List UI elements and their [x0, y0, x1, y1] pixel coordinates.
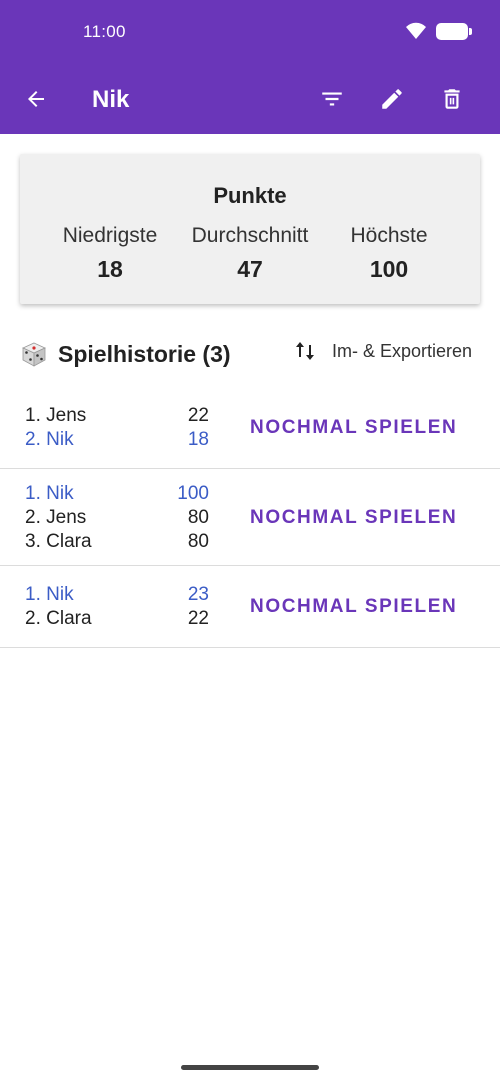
import-export-button[interactable]: Im- & Exportieren [294, 339, 472, 363]
player-entry: 2. Nik 18 [25, 429, 215, 453]
player-score: 18 [187, 429, 209, 450]
stat-average: Durchschnitt 47 [170, 224, 330, 283]
player-entry: 3. Clara 80 [25, 531, 215, 555]
game-row: 1. Nik 100 2. Jens 80 3. Clara 80 NOCHMA… [0, 469, 500, 566]
play-again-button[interactable]: NOCHMAL SPIELEN [250, 417, 457, 439]
player-entry: 1. Nik 100 [25, 483, 215, 507]
player-rank-name: 2. Jens [25, 507, 87, 528]
wifi-icon [406, 22, 426, 39]
player-score: 80 [187, 507, 209, 528]
stat-highest-value: 100 [369, 256, 409, 282]
home-indicator[interactable] [181, 1065, 319, 1070]
player-entry: 2. Clara 22 [25, 608, 215, 632]
stat-highest: Höchste 100 [309, 224, 469, 283]
points-card: Punkte Niedrigste 18 Durchschnitt 47 Höc… [20, 154, 480, 304]
player-score: 80 [187, 531, 209, 552]
player-entry: 1. Nik 23 [25, 584, 215, 608]
stat-lowest-value: 18 [97, 256, 123, 282]
stat-highest-label: Höchste [350, 224, 428, 247]
back-button[interactable] [22, 85, 50, 113]
battery-icon [436, 22, 472, 40]
play-again-button[interactable]: NOCHMAL SPIELEN [250, 596, 457, 618]
stat-average-value: 47 [237, 256, 263, 282]
dice-icon [22, 342, 46, 367]
status-time: 11:00 [83, 22, 126, 41]
player-rank-name: 2. Nik [25, 429, 74, 450]
player-rank-name: 2. Clara [25, 608, 92, 629]
toolbar-actions [302, 84, 482, 114]
play-again-button[interactable]: NOCHMAL SPIELEN [250, 507, 457, 529]
player-score: 22 [187, 405, 209, 426]
game-row: 1. Jens 22 2. Nik 18 NOCHMAL SPIELEN [0, 388, 500, 469]
player-rank-name: 1. Jens [25, 405, 87, 426]
app-bar: 11:00 Nik [0, 0, 500, 134]
delete-button[interactable] [422, 84, 482, 114]
arrow-back-icon [28, 91, 44, 107]
edit-button[interactable] [362, 84, 422, 114]
delete-icon [444, 89, 460, 109]
filter-icon [322, 92, 342, 106]
swap-vert-icon [295, 342, 314, 360]
player-entry: 2. Jens 80 [25, 507, 215, 531]
import-export-label: Im- & Exportieren [331, 340, 472, 361]
game-row: 1. Nik 23 2. Clara 22 NOCHMAL SPIELEN [0, 566, 500, 648]
page-title: Nik [92, 86, 130, 113]
edit-icon [382, 89, 402, 109]
status-icons [404, 22, 472, 40]
player-rank-name: 3. Clara [25, 531, 92, 552]
player-entry: 1. Jens 22 [25, 405, 215, 429]
stat-lowest-label: Niedrigste [62, 224, 158, 247]
player-score: 100 [177, 483, 209, 504]
player-rank-name: 1. Nik [25, 584, 74, 605]
player-rank-name: 1. Nik [25, 483, 74, 504]
player-score: 23 [187, 584, 209, 605]
history-header: Spielhistorie (3) Im- & Exportieren [20, 336, 480, 372]
points-title: Punkte [213, 183, 287, 208]
stat-average-label: Durchschnitt [191, 224, 309, 247]
player-score: 22 [187, 608, 209, 629]
filter-button[interactable] [302, 84, 362, 114]
history-title: Spielhistorie (3) [58, 340, 231, 367]
stat-lowest: Niedrigste 18 [30, 224, 190, 283]
